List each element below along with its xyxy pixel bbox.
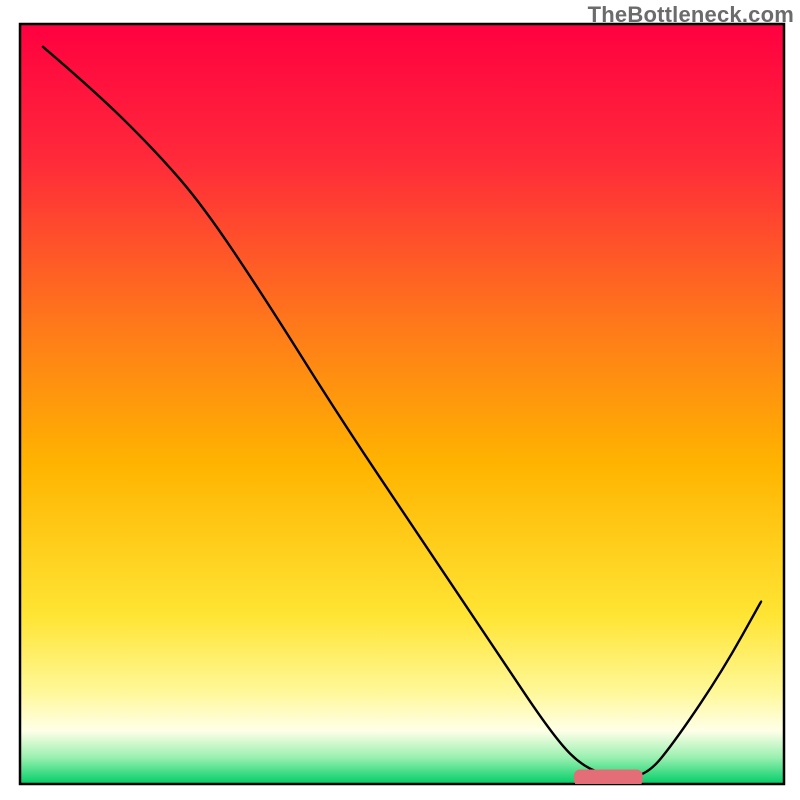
optimal-marker (574, 770, 643, 787)
watermark-label: TheBottleneck.com (588, 2, 794, 28)
chart-background (20, 24, 784, 784)
chart-svg (0, 0, 800, 800)
chart-container: TheBottleneck.com (0, 0, 800, 800)
